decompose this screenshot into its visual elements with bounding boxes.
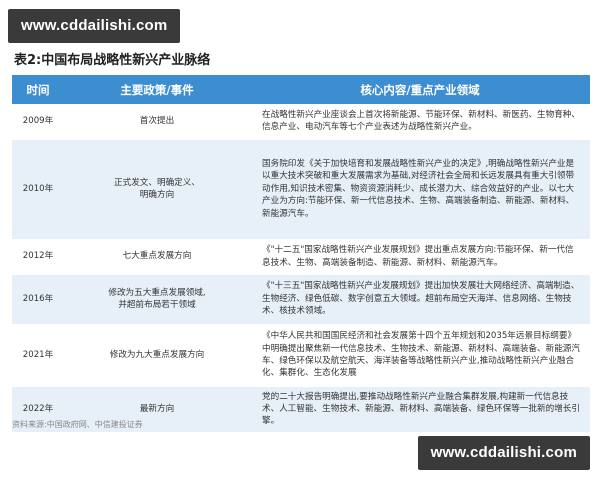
- cell-content: 《"十三五"国家战略性新兴产业发展规划》提出加快发展壮大网络经济、高端制造、生物…: [250, 274, 590, 325]
- cell-year: 2012年: [12, 239, 64, 275]
- table-row: 2010年 正式发文、明确定义、 明确方向 国务院印发《关于加快培育和发展战略性…: [12, 139, 590, 240]
- cell-policy-line: 最新方向: [139, 403, 175, 414]
- table-row: 2009年 首次提出 在战略性新兴产业座谈会上首次将新能源、节能环保、新材料、新…: [12, 104, 590, 140]
- cell-content: 《中华人民共和国国民经济和社会发展第十四个五年规划和2035年远景目标纲要》中明…: [250, 324, 590, 387]
- source-note: 资料来源:中国政府网、中信建投证券: [12, 420, 143, 429]
- cell-year: 2016年: [12, 274, 64, 325]
- cell-policy: 修改为五大重点发展领域, 并超前布局若干领域: [64, 274, 250, 325]
- cell-policy: 七大重点发展方向: [64, 239, 250, 275]
- header-policy: 主要政策/事件: [64, 75, 250, 104]
- policy-table: 时间 主要政策/事件 核心内容/重点产业领域 2009年 首次提出 在战略性新兴…: [12, 75, 590, 433]
- cell-policy: 首次提出: [64, 104, 250, 140]
- table-body: 2009年 首次提出 在战略性新兴产业座谈会上首次将新能源、节能环保、新材料、新…: [12, 104, 590, 433]
- cell-policy: 修改为九大重点发展方向: [64, 324, 250, 387]
- cell-policy-line: 七大重点发展方向: [122, 251, 192, 262]
- cell-policy-line: 并超前布局若干领域: [118, 300, 196, 310]
- cell-policy-line: 修改为九大重点发展方向: [109, 349, 205, 360]
- cell-year: 2010年: [12, 139, 64, 240]
- table-title: 表2:中国布局战略性新兴产业脉络: [14, 53, 211, 68]
- cell-content: 国务院印发《关于加快培育和发展战略性新兴产业的决定》,明确战略性新兴产业是以重大…: [250, 139, 590, 240]
- table-row: 2021年 修改为九大重点发展方向 《中华人民共和国国民经济和社会发展第十四个五…: [12, 324, 590, 387]
- cell-policy-line: 修改为五大重点发展领域,: [108, 287, 206, 298]
- cell-policy-line: 正式发文、明确定义、: [114, 177, 200, 188]
- cell-policy-line: 明确方向: [139, 190, 175, 200]
- table-row: 2016年 修改为五大重点发展领域, 并超前布局若干领域 《"十三五"国家战略性…: [12, 274, 590, 325]
- table-row: 2012年 七大重点发展方向 《"十二五"国家战略性新兴产业发展规划》提出重点发…: [12, 239, 590, 275]
- watermark-top: www.cddailishi.com: [8, 9, 181, 43]
- cell-content: 党的二十大报告明确提出,要推动战略性新兴产业融合集群发展,构建新一代信息技术、人…: [250, 386, 590, 433]
- cell-content: 《"十二五"国家战略性新兴产业发展规划》提出重点发展方向:节能环保、新一代信息技…: [250, 239, 590, 275]
- cell-content: 在战略性新兴产业座谈会上首次将新能源、节能环保、新材料、新医药、生物育种、信息产…: [250, 104, 590, 140]
- header-content: 核心内容/重点产业领域: [250, 75, 590, 104]
- header-time: 时间: [12, 75, 64, 104]
- cell-year: 2009年: [12, 104, 64, 140]
- table-header-row: 时间 主要政策/事件 核心内容/重点产业领域: [12, 75, 590, 104]
- cell-year: 2021年: [12, 324, 64, 387]
- cell-policy-line: 首次提出: [139, 116, 175, 127]
- cell-policy: 正式发文、明确定义、 明确方向: [64, 139, 250, 240]
- watermark-bottom: www.cddailishi.com: [417, 436, 590, 470]
